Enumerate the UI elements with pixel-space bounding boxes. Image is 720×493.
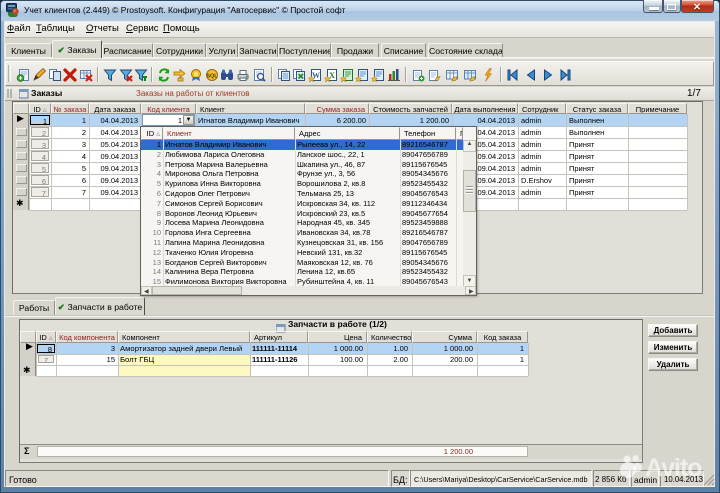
svg-text:Avito: Avito xyxy=(645,454,702,482)
svg-text:SQL: SQL xyxy=(206,74,218,80)
